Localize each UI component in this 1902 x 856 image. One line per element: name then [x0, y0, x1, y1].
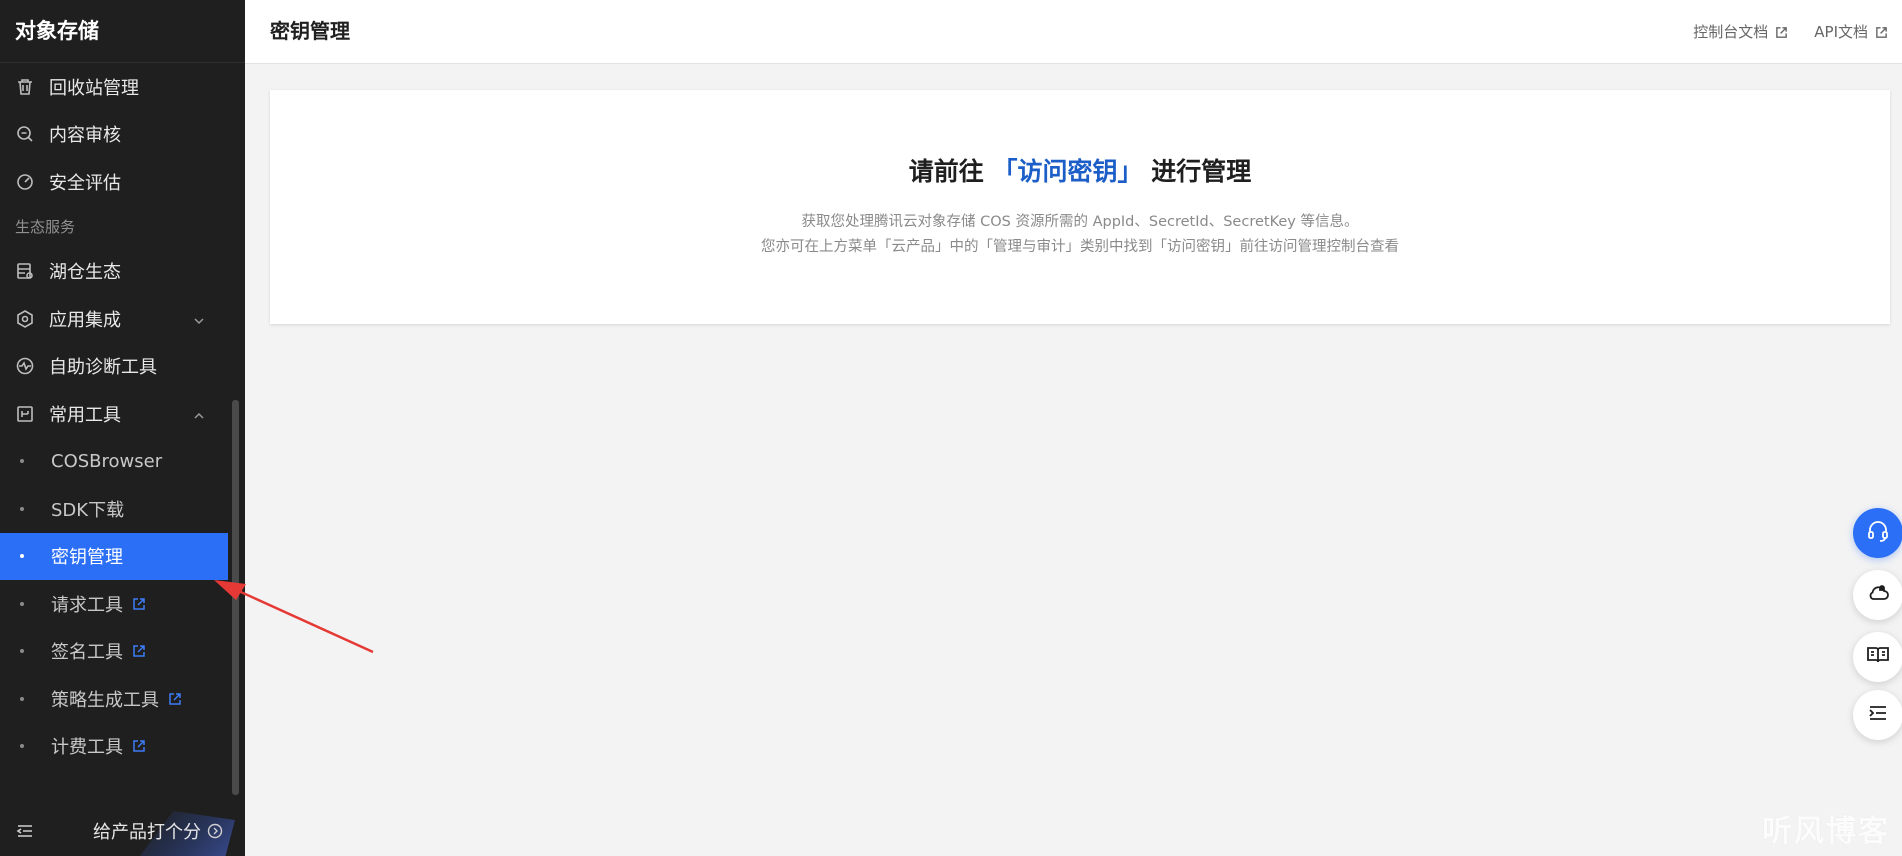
sidebar-subitem-label: 计费工具: [51, 737, 123, 759]
gauge-icon: [15, 172, 35, 192]
sidebar-item-label: 常用工具: [49, 404, 121, 426]
sidebar-subitem-label: COSBrowser: [51, 450, 163, 472]
watermark-text: 听风博客: [1762, 814, 1890, 849]
chevron-up-icon: [192, 407, 206, 421]
rate-product-label: 给产品打个分: [93, 822, 201, 843]
bullet-icon: [20, 554, 24, 559]
cloud-assistant-button[interactable]: [1853, 570, 1902, 620]
sidebar-item-label: 内容审核: [49, 125, 121, 147]
page-title: 密钥管理: [270, 19, 350, 43]
trash-icon: [15, 77, 35, 97]
sidebar-subitem-label: 签名工具: [51, 642, 123, 664]
sidebar-subitem-cosbrowser[interactable]: COSBrowser: [0, 438, 228, 486]
api-docs-label: API文档: [1814, 23, 1868, 41]
bullet-icon: [20, 744, 24, 749]
sidebar-item-label: 自助诊断工具: [49, 357, 157, 379]
sidebar-item-security-assessment[interactable]: 安全评估: [0, 158, 228, 206]
bullet-icon: [20, 649, 24, 654]
sidebar-scrollbar[interactable]: [232, 400, 239, 795]
external-link-icon: [168, 692, 182, 706]
sidebar-subitem-label: SDK下载: [51, 499, 125, 521]
sidebar-item-app-integration[interactable]: 应用集成: [0, 295, 228, 343]
sidebar-subitem-signature-tool[interactable]: 签名工具: [0, 628, 228, 676]
sidebar-item-lakehouse[interactable]: 湖仓生态: [0, 248, 228, 296]
sidebar-subitem-label: 密钥管理: [51, 547, 123, 569]
sidebar-title: 对象存储: [0, 0, 245, 63]
console-docs-label: 控制台文档: [1693, 23, 1769, 41]
sidebar-item-common-tools[interactable]: 常用工具: [0, 390, 228, 438]
card-heading-prefix: 请前往: [908, 157, 984, 186]
list-indent-icon: [1865, 700, 1891, 730]
card-desc-line-2: 您亦可在上方菜单「云产品」中的「管理与审计」类别中找到「访问密钥」前往访问管理控…: [761, 239, 1399, 255]
api-docs-link[interactable]: API文档: [1814, 21, 1888, 42]
bullet-icon: [20, 459, 24, 464]
console-docs-link[interactable]: 控制台文档: [1693, 21, 1788, 42]
sidebar-item-label: 回收站管理: [49, 77, 139, 99]
app-root: 对象存储 回收站管理 内容审核 安全评估 生态服务 湖仓生态 应用集成 自助诊断…: [0, 0, 1902, 856]
card-description: 获取您处理腾讯云对象存储 COS 资源所需的 AppId、SecretId、Se…: [270, 210, 1890, 260]
pulse-icon: [15, 356, 35, 376]
external-link-icon: [132, 597, 146, 611]
sidebar-group-label: 生态服务: [15, 217, 76, 236]
external-link-icon: [132, 739, 146, 753]
chevron-down-icon: [192, 312, 206, 326]
doc-links: 控制台文档 API文档: [1693, 0, 1888, 63]
bullet-icon: [20, 696, 24, 701]
sidebar: 对象存储 回收站管理 内容审核 安全评估 生态服务 湖仓生态 应用集成 自助诊断…: [0, 0, 245, 856]
access-key-link[interactable]: 「访问密钥」: [992, 157, 1142, 186]
sidebar-nav: 回收站管理 内容审核 安全评估 生态服务 湖仓生态 应用集成 自助诊断工具 常用…: [0, 63, 228, 770]
watermark-logo: 听风博客: [1752, 806, 1900, 854]
arrow-right-circle-icon: [207, 823, 223, 839]
sidebar-item-label: 应用集成: [49, 309, 121, 331]
sidebar-subitem-key-management[interactable]: 密钥管理: [0, 532, 228, 580]
card-heading-suffix: 进行管理: [1151, 157, 1252, 186]
top-bar: 密钥管理 控制台文档 API文档: [245, 0, 1902, 64]
customer-service-button[interactable]: [1853, 508, 1902, 558]
external-link-icon: [132, 644, 146, 658]
sidebar-subitem-billing-tool[interactable]: 计费工具: [0, 723, 228, 771]
outline-menu-button[interactable]: [1853, 690, 1902, 740]
sidebar-subitem-policy-generator[interactable]: 策略生成工具: [0, 675, 228, 723]
toolbox-icon: [15, 404, 35, 424]
card-desc-line-1: 获取您处理腾讯云对象存储 COS 资源所需的 AppId、SecretId、Se…: [801, 214, 1359, 230]
external-link-icon: [1875, 25, 1888, 38]
card-heading: 请前往 「访问密钥」 进行管理: [270, 152, 1890, 188]
rate-product-link[interactable]: 给产品打个分: [93, 818, 223, 844]
sidebar-item-recycle-bin[interactable]: 回收站管理: [0, 63, 228, 111]
sidebar-item-content-review[interactable]: 内容审核: [0, 111, 228, 159]
bullet-icon: [20, 601, 24, 606]
external-link-icon: [1775, 25, 1788, 38]
search-review-icon: [15, 124, 35, 144]
docs-guide-button[interactable]: [1853, 632, 1902, 682]
headset-icon: [1865, 518, 1891, 548]
sidebar-footer: 给产品打个分: [0, 806, 245, 856]
sidebar-subitem-sdk-download[interactable]: SDK下载: [0, 485, 228, 533]
sidebar-subitem-request-tool[interactable]: 请求工具: [0, 580, 228, 628]
bullet-icon: [20, 506, 24, 511]
book-icon: [1865, 642, 1891, 672]
sidebar-item-label: 湖仓生态: [49, 262, 121, 284]
database-icon: [15, 261, 35, 281]
collapse-sidebar-icon[interactable]: [15, 821, 35, 841]
sidebar-item-self-diagnosis[interactable]: 自助诊断工具: [0, 343, 228, 391]
cube-icon: [15, 309, 35, 329]
sidebar-subitem-label: 策略生成工具: [51, 689, 159, 711]
sidebar-subitem-label: 请求工具: [51, 594, 123, 616]
sidebar-item-label: 安全评估: [49, 172, 121, 194]
cloud-bell-icon: [1865, 580, 1891, 610]
key-management-card: 请前往 「访问密钥」 进行管理 获取您处理腾讯云对象存储 COS 资源所需的 A…: [270, 90, 1890, 324]
